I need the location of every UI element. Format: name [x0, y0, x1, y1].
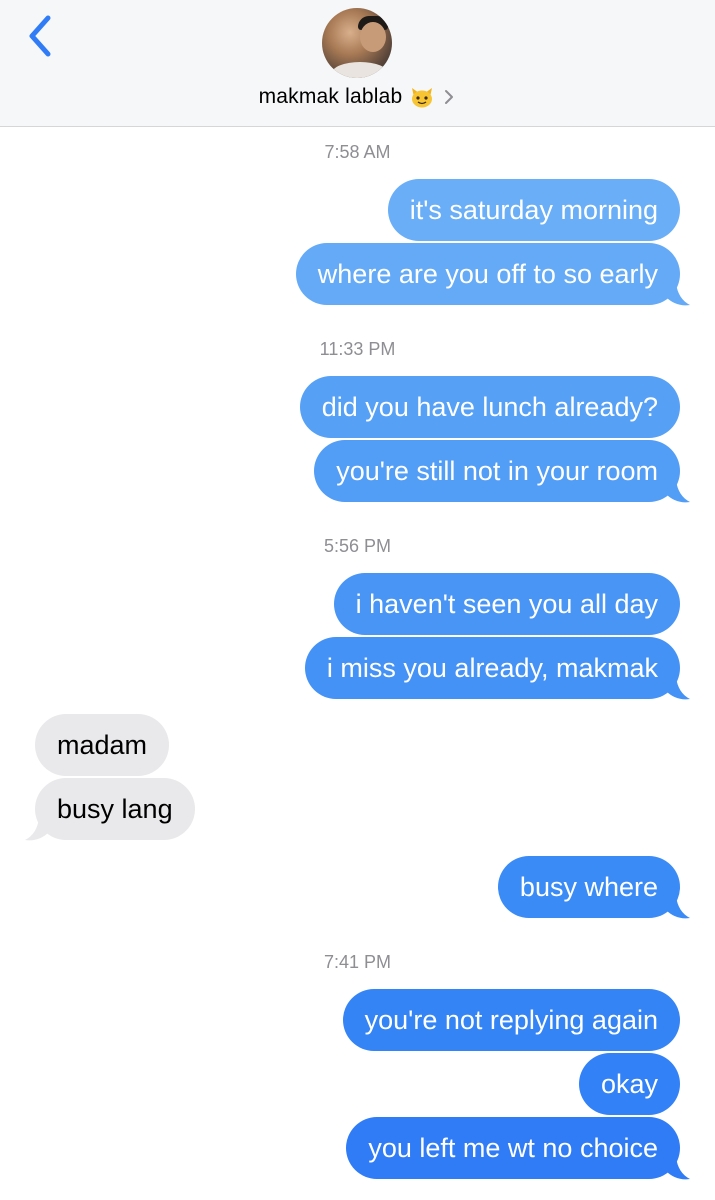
avatar-shirt: [332, 62, 388, 78]
avatar-face: [360, 22, 386, 52]
bubble-tail: [666, 896, 690, 919]
contact-name-row[interactable]: makmak lablab: [0, 82, 715, 112]
message-bubble-outgoing[interactable]: you're not replying again: [342, 989, 680, 1051]
bubble-tail: [666, 480, 690, 503]
message-bubble-outgoing[interactable]: okay: [578, 1053, 680, 1115]
timestamp: 7:41 PM: [323, 952, 392, 972]
contact-avatar[interactable]: [322, 8, 392, 78]
chevron-left-icon[interactable]: [22, 12, 62, 60]
message-bubble-outgoing[interactable]: busy where: [497, 856, 680, 918]
message-bubble-outgoing[interactable]: did you have lunch already?: [299, 376, 680, 438]
bubble-tail: [25, 818, 49, 841]
timestamp: 7:58 AM: [324, 142, 391, 162]
chevron-right-icon: [445, 90, 454, 104]
contact-name: makmak lablab: [258, 85, 403, 108]
message-bubble-outgoing[interactable]: you left me wt no choice: [346, 1117, 680, 1179]
timestamp: 5:56 PM: [323, 536, 392, 556]
message-bubble-outgoing[interactable]: you're still not in your room: [314, 440, 680, 502]
conversation-header: makmak lablab: [0, 0, 715, 127]
message-bubble-outgoing[interactable]: i haven't seen you all day: [333, 573, 680, 635]
cat-face-emoji-icon: [412, 88, 433, 108]
message-bubble-outgoing[interactable]: i miss you already, makmak: [304, 637, 680, 699]
message-bubble-outgoing[interactable]: where are you off to so early: [295, 243, 680, 305]
message-bubble-outgoing[interactable]: it's saturday morning: [387, 179, 680, 241]
message-bubble-incoming[interactable]: madam: [35, 714, 170, 776]
bubble-tail: [666, 677, 690, 700]
bubble-tail: [666, 1157, 690, 1180]
bubble-tail: [666, 283, 690, 306]
message-bubble-incoming[interactable]: busy lang: [35, 778, 195, 840]
timestamp: 11:33 PM: [319, 339, 396, 359]
